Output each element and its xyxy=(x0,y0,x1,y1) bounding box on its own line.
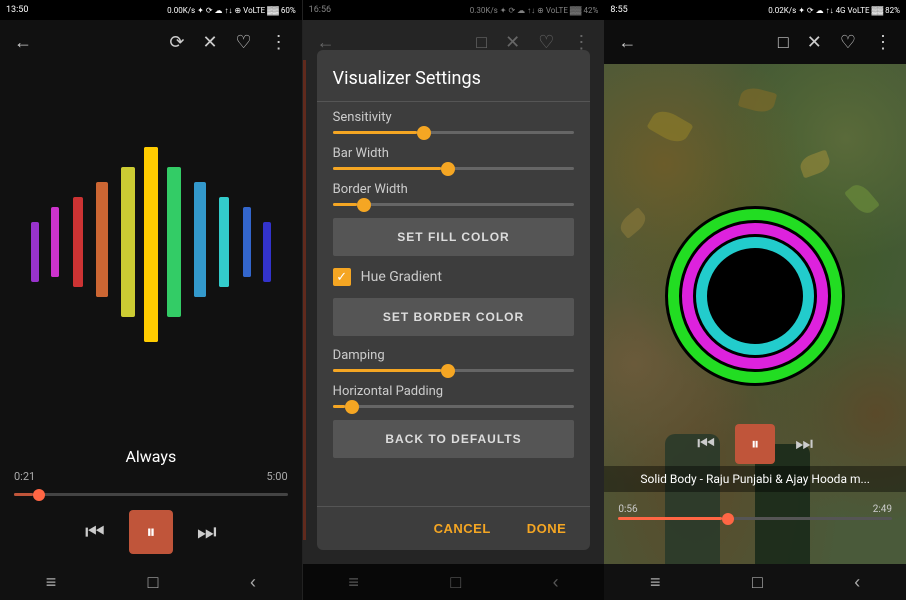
time-total-1: 5:00 xyxy=(266,470,287,483)
nav-menu-3[interactable]: ≡ xyxy=(650,572,661,593)
play-button-3[interactable]: ⏸ xyxy=(735,424,775,464)
nav-menu-1[interactable]: ≡ xyxy=(46,572,57,593)
player-controls-1: ⏮ ⏸ ⏭ xyxy=(0,502,302,564)
time-current-1: 0:21 xyxy=(14,470,35,483)
set-fill-color-button[interactable]: SET FILL COLOR xyxy=(333,218,575,256)
done-button[interactable]: DONE xyxy=(519,517,575,540)
icon-3-1[interactable]: □ xyxy=(778,32,789,53)
time-3: 8:55 xyxy=(610,5,627,15)
hue-gradient-row[interactable]: ✓ Hue Gradient xyxy=(333,268,575,286)
shuffle-button-1[interactable]: ✕ xyxy=(202,32,217,53)
sensitivity-slider[interactable] xyxy=(333,131,575,134)
nav-back-1[interactable]: ‹ xyxy=(250,572,256,593)
time-total-3: 2:49 xyxy=(873,504,892,515)
status-bar-1: 13:50 0.00K/s ✦ ⟳ ☁ ↑↓ ⊕ VoLTE ▓▓ 60% xyxy=(0,0,302,20)
sensitivity-row: Sensitivity xyxy=(333,110,575,134)
back-button-3[interactable]: ← xyxy=(618,32,636,53)
prev-button-3[interactable]: ⏮ xyxy=(697,433,715,456)
next-button-3[interactable]: ⏭ xyxy=(795,433,813,456)
player-controls-3: ⏮ ⏸ ⏭ xyxy=(604,424,906,464)
nav-back-3[interactable]: ‹ xyxy=(854,572,860,593)
circle-black xyxy=(707,248,803,344)
horizontal-padding-label: Horizontal Padding xyxy=(333,384,575,399)
song-info-text: Solid Body - Raju Punjabi & Ajay Hooda m… xyxy=(618,472,892,486)
more-button-1[interactable]: ⋮ xyxy=(270,32,288,53)
bar-width-row: Bar Width xyxy=(333,146,575,170)
progress-fill-1 xyxy=(14,493,33,496)
favorite-button-1[interactable]: ♡ xyxy=(236,32,252,53)
top-bar-1: ← ⟳ ✕ ♡ ⋮ xyxy=(0,20,302,64)
bar-width-slider[interactable] xyxy=(333,167,575,170)
nav-home-1[interactable]: □ xyxy=(148,572,159,593)
border-width-fill xyxy=(333,203,357,206)
panel-settings: 16:56 0.30K/s ✦ ⟳ ☁ ↑↓ ⊕ VoLTE ▓▓ 42% ← … xyxy=(303,0,605,600)
top-bar-3: ← □ ✕ ♡ ⋮ xyxy=(604,20,906,64)
bar-width-label: Bar Width xyxy=(333,146,575,161)
horizontal-padding-fill xyxy=(333,405,345,408)
status-icons-1: 0.00K/s ✦ ⟳ ☁ ↑↓ ⊕ VoLTE ▓▓ 60% xyxy=(167,6,296,15)
status-icons-3: 0.02K/s ✦ ⟳ ☁ ↑↓ 4G VoLTE ▓▓ 82% xyxy=(768,6,900,15)
status-bar-3: 8:55 0.02K/s ✦ ⟳ ☁ ↑↓ 4G VoLTE ▓▓ 82% xyxy=(604,0,906,20)
nav-bar-3: ≡ □ ‹ xyxy=(604,564,906,600)
next-button-1[interactable]: ⏭ xyxy=(197,519,217,545)
set-border-color-button[interactable]: SET BORDER COLOR xyxy=(333,298,575,336)
icon-3-2[interactable]: ✕ xyxy=(807,32,822,53)
border-width-row: Border Width xyxy=(333,182,575,206)
horizontal-padding-thumb xyxy=(345,400,359,414)
damping-thumb xyxy=(441,364,455,378)
settings-header: Visualizer Settings xyxy=(317,50,591,102)
hue-gradient-checkbox[interactable]: ✓ xyxy=(333,268,351,286)
pause-icon-1: ⏸ xyxy=(146,522,155,543)
pause-icon-3: ⏸ xyxy=(751,434,759,454)
icon-3-3[interactable]: ♡ xyxy=(840,32,856,53)
damping-fill xyxy=(333,369,442,372)
progress-row-3: 0:56 2:49 xyxy=(604,504,906,520)
sensitivity-label: Sensitivity xyxy=(333,110,575,125)
border-width-thumb xyxy=(357,198,371,212)
panel-photo-player: 8:55 0.02K/s ✦ ⟳ ☁ ↑↓ 4G VoLTE ▓▓ 82% ← … xyxy=(604,0,906,600)
back-to-defaults-button[interactable]: BACK TO DEFAULTS xyxy=(333,420,575,458)
panel-music-player: 13:50 0.00K/s ✦ ⟳ ☁ ↑↓ ⊕ VoLTE ▓▓ 60% ← … xyxy=(0,0,303,600)
song-info-bar: Solid Body - Raju Punjabi & Ajay Hooda m… xyxy=(604,466,906,492)
settings-dialog: Visualizer Settings Sensitivity Bar Widt… xyxy=(317,50,591,550)
cancel-button[interactable]: CANCEL xyxy=(426,517,499,540)
damping-label: Damping xyxy=(333,348,575,363)
icon-3-4[interactable]: ⋮ xyxy=(874,32,892,53)
nav-bar-1: ≡ □ ‹ xyxy=(0,564,302,600)
settings-title: Visualizer Settings xyxy=(333,68,575,89)
sensitivity-thumb xyxy=(417,126,431,140)
repeat-button-1[interactable]: ⟳ xyxy=(169,32,184,53)
settings-footer: CANCEL DONE xyxy=(317,506,591,550)
bar-width-thumb xyxy=(441,162,455,176)
song-title-1: Always xyxy=(0,439,302,470)
damping-slider[interactable] xyxy=(333,369,575,372)
horizontal-padding-slider[interactable] xyxy=(333,405,575,408)
back-button-1[interactable]: ← xyxy=(14,32,32,53)
visualizer-svg xyxy=(21,142,281,362)
time-row-1: 0:21 5:00 xyxy=(0,470,302,485)
progress-thumb-3 xyxy=(722,513,734,525)
progress-fill-3 xyxy=(618,517,722,520)
damping-row: Damping xyxy=(333,348,575,372)
visualizer-area xyxy=(0,64,302,439)
nav-home-3[interactable]: □ xyxy=(752,572,763,593)
hue-gradient-label: Hue Gradient xyxy=(361,269,442,285)
bar-width-fill xyxy=(333,167,442,170)
horizontal-padding-row: Horizontal Padding xyxy=(333,384,575,408)
border-width-slider[interactable] xyxy=(333,203,575,206)
sensitivity-fill xyxy=(333,131,418,134)
time-1: 13:50 xyxy=(6,5,28,15)
progress-bar-1[interactable] xyxy=(0,485,302,502)
progress-thumb-1 xyxy=(33,489,45,501)
prev-button-1[interactable]: ⏮ xyxy=(85,519,105,545)
photo-area: Solid Body - Raju Punjabi & Ajay Hooda m… xyxy=(604,64,906,564)
play-button-1[interactable]: ⏸ xyxy=(129,510,173,554)
time-current-3: 0:56 xyxy=(618,504,637,515)
progress-track-3[interactable] xyxy=(618,517,892,520)
progress-track-1[interactable] xyxy=(14,493,288,496)
settings-body[interactable]: Sensitivity Bar Width Border Width xyxy=(317,102,591,506)
circular-visualizer xyxy=(665,206,845,386)
border-width-label: Border Width xyxy=(333,182,575,197)
